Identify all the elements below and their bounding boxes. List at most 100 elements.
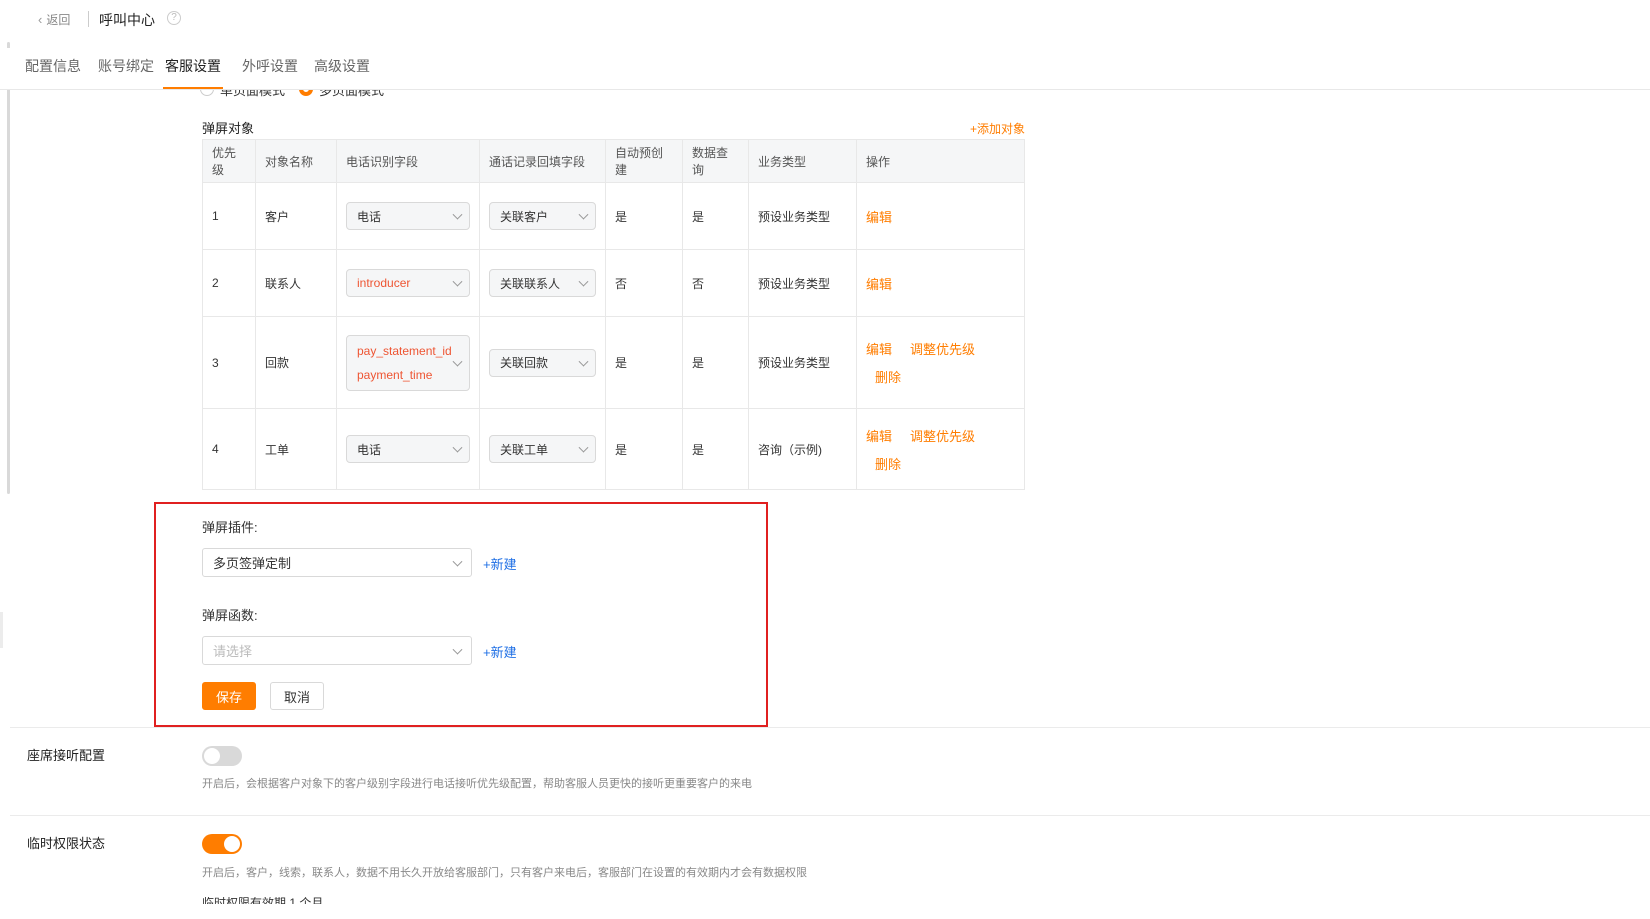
delete-link[interactable]: 删除 bbox=[875, 367, 901, 386]
divider bbox=[10, 727, 1650, 728]
popup-objects-title: 弹屏对象 bbox=[202, 121, 255, 136]
header-divider bbox=[88, 11, 89, 27]
phone-field-cell: introducer bbox=[336, 249, 480, 317]
data-query-cell: 是 bbox=[682, 316, 749, 409]
chevron-down-icon bbox=[578, 356, 589, 367]
ops-cell: 编辑 bbox=[856, 249, 1025, 317]
cancel-button[interactable]: 取消 bbox=[270, 682, 324, 710]
phone-field-select[interactable]: 电话 bbox=[346, 435, 470, 463]
business-type-cell: 预设业务类型 bbox=[748, 249, 857, 317]
business-type-cell: 预设业务类型 bbox=[748, 316, 857, 409]
column-header: 业务类型 bbox=[748, 139, 857, 183]
backfill-select[interactable]: 关联工单 bbox=[489, 435, 596, 463]
ops-cell: 编辑 调整优先级 删除 bbox=[856, 316, 1025, 409]
priority-cell: 3 bbox=[202, 316, 256, 409]
plugin-select[interactable]: 多页签弹定制 bbox=[202, 548, 472, 577]
column-header: 自动预创建 bbox=[605, 139, 683, 183]
seat-config-label: 座席接听配置 bbox=[27, 748, 106, 763]
tab-config-info[interactable]: 配置信息 bbox=[25, 56, 81, 89]
phone-field-select[interactable]: introducer bbox=[346, 269, 470, 297]
chevron-down-icon bbox=[578, 442, 589, 453]
auto-create-cell: 是 bbox=[605, 316, 683, 409]
ops-cell: 编辑 调整优先级 删除 bbox=[856, 408, 1025, 490]
column-header: 操作 bbox=[856, 139, 1025, 183]
temp-permission-desc: 开启后，客户，线索，联系人，数据不用长久开放给客服部门，只有客户来电后，客服部门… bbox=[202, 867, 807, 879]
seat-config-desc: 开启后，会根据客户对象下的客户级别字段进行电话接听优先级配置，帮助客服人员更快的… bbox=[202, 778, 752, 790]
select-value: 关联联系人 bbox=[500, 276, 561, 291]
tab-advanced-settings[interactable]: 高级设置 bbox=[314, 56, 370, 89]
adjust-priority-link[interactable]: 调整优先级 bbox=[910, 426, 975, 445]
auto-create-cell: 否 bbox=[605, 249, 683, 317]
chevron-down-icon bbox=[452, 644, 463, 655]
backfill-select[interactable]: 关联回款 bbox=[489, 348, 596, 377]
select-placeholder: 请选择 bbox=[213, 644, 253, 659]
table-row: 2 联系人 introducer 关联联系人 否 否 预设业务类型 编辑 bbox=[202, 249, 1025, 317]
add-object-link[interactable]: +添加对象 bbox=[970, 120, 1025, 137]
table-header-row: 优先级 对象名称 电话识别字段 通话记录回填字段 自动预创建 数据查询 业务类型… bbox=[202, 139, 1025, 183]
temp-permission-toggle[interactable] bbox=[202, 834, 242, 854]
column-header: 通话记录回填字段 bbox=[479, 139, 606, 183]
object-name-cell: 客户 bbox=[255, 182, 337, 250]
phone-field-select[interactable]: pay_statement_id payment_time bbox=[346, 334, 470, 391]
seat-config-toggle[interactable] bbox=[202, 746, 242, 766]
phone-field-select[interactable]: 电话 bbox=[346, 202, 470, 230]
back-label: 返回 bbox=[46, 13, 71, 27]
data-query-cell: 是 bbox=[682, 408, 749, 490]
back-button[interactable]: ‹ 返回 bbox=[38, 11, 70, 28]
new-function-link[interactable]: +新建 bbox=[483, 642, 517, 661]
select-value: 多页签弹定制 bbox=[213, 556, 292, 571]
edit-link[interactable]: 编辑 bbox=[866, 426, 892, 445]
chevron-left-icon: ‹ bbox=[38, 12, 43, 27]
save-button[interactable]: 保存 bbox=[202, 682, 256, 710]
divider bbox=[10, 815, 1650, 816]
temp-permission-label: 临时权限状态 bbox=[27, 836, 106, 851]
edit-link[interactable]: 编辑 bbox=[866, 207, 892, 226]
ops-cell: 编辑 bbox=[856, 182, 1025, 250]
help-icon[interactable]: ? bbox=[167, 11, 181, 25]
select-value: 电话 bbox=[357, 209, 382, 224]
tab-service-settings[interactable]: 客服设置 bbox=[163, 56, 223, 89]
page-title: 呼叫中心 bbox=[99, 12, 155, 28]
tab-account-binding[interactable]: 账号绑定 bbox=[98, 56, 154, 89]
edit-link[interactable]: 编辑 bbox=[866, 274, 892, 293]
phone-field-cell: 电话 bbox=[336, 182, 480, 250]
data-query-cell: 否 bbox=[682, 249, 749, 317]
backfill-cell: 关联回款 bbox=[479, 316, 606, 409]
table-row: 4 工单 电话 关联工单 是 是 咨询（示例) 编辑 调整优先级 删除 bbox=[202, 408, 1025, 490]
plugin-label: 弹屏插件: bbox=[202, 520, 258, 535]
adjust-priority-link[interactable]: 调整优先级 bbox=[910, 339, 975, 358]
chevron-down-icon bbox=[578, 209, 589, 220]
edit-link[interactable]: 编辑 bbox=[866, 339, 892, 358]
object-name-cell: 工单 bbox=[255, 408, 337, 490]
select-value: 关联回款 bbox=[500, 356, 549, 370]
business-type-cell: 预设业务类型 bbox=[748, 182, 857, 250]
new-plugin-link[interactable]: +新建 bbox=[483, 554, 517, 573]
table-row: 1 客户 电话 关联客户 是 是 预设业务类型 编辑 bbox=[202, 182, 1025, 250]
auto-create-cell: 是 bbox=[605, 182, 683, 250]
table-row: 3 回款 pay_statement_id payment_time 关联回款 … bbox=[202, 316, 1025, 409]
tab-bar: 配置信息 账号绑定 客服设置 外呼设置 高级设置 bbox=[0, 48, 1650, 90]
side-handle bbox=[0, 612, 3, 648]
chevron-down-icon bbox=[578, 276, 589, 287]
backfill-select[interactable]: 关联客户 bbox=[489, 202, 596, 230]
scrollbar[interactable] bbox=[7, 42, 10, 494]
priority-cell: 2 bbox=[202, 249, 256, 317]
toggle-knob bbox=[204, 748, 220, 764]
function-label: 弹屏函数: bbox=[202, 608, 258, 623]
priority-cell: 1 bbox=[202, 182, 256, 250]
select-value: 电话 bbox=[357, 442, 382, 457]
delete-link[interactable]: 删除 bbox=[875, 454, 901, 473]
toggle-knob bbox=[224, 836, 240, 852]
function-select[interactable]: 请选择 bbox=[202, 636, 472, 665]
backfill-cell: 关联联系人 bbox=[479, 249, 606, 317]
tab-outbound-settings[interactable]: 外呼设置 bbox=[242, 56, 298, 89]
phone-field-cell: pay_statement_id payment_time bbox=[336, 316, 480, 409]
select-value: 关联客户 bbox=[500, 209, 549, 224]
backfill-select[interactable]: 关联联系人 bbox=[489, 269, 596, 297]
permission-validity-row: 临时权限有效期 1 个月 bbox=[202, 897, 324, 904]
select-value: payment_time bbox=[357, 367, 433, 382]
popup-objects-table: 优先级 对象名称 电话识别字段 通话记录回填字段 自动预创建 数据查询 业务类型… bbox=[202, 139, 1025, 490]
chevron-down-icon bbox=[452, 209, 463, 220]
data-query-cell: 是 bbox=[682, 182, 749, 250]
top-bar: ‹ 返回 呼叫中心 ? bbox=[0, 0, 1650, 38]
